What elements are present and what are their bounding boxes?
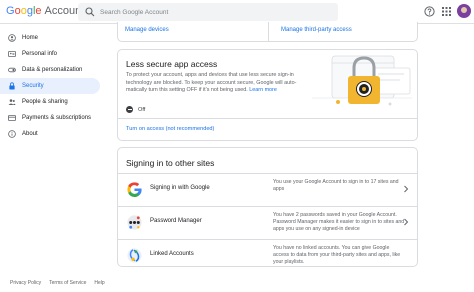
sidebar-item-personal-info[interactable]: Personal info	[0, 46, 100, 62]
sidebar-item-about[interactable]: About	[0, 126, 100, 142]
card-title: Less secure app access	[126, 59, 218, 69]
sidebar-item-label: Security	[22, 83, 44, 89]
list-item-signing-in-with-google[interactable]: Signing in with Google You use your Goog…	[118, 173, 417, 206]
lock-icon	[8, 82, 16, 90]
apps-grid-icon[interactable]	[442, 7, 451, 16]
credit-card-icon	[8, 114, 16, 122]
card-divider	[118, 118, 417, 119]
status-text: Off	[138, 106, 146, 113]
row-title: Password Manager	[150, 218, 202, 224]
people-icon	[8, 98, 16, 106]
row-description: You have no linked accounts. You can giv…	[273, 245, 401, 265]
sidebar-item-label: Data & personalization	[22, 67, 83, 73]
learn-more-link[interactable]: Learn more	[249, 87, 277, 93]
row-divider	[118, 206, 417, 207]
info-icon	[8, 130, 16, 138]
sidebar: Home Personal info Data & personalizatio…	[0, 30, 104, 142]
list-item-password-manager[interactable]: Password Manager You have 2 passwords sa…	[118, 206, 417, 239]
password-manager-icon	[127, 215, 142, 230]
footer: Privacy Policy Terms of Service Help	[10, 280, 113, 286]
list-item-linked-accounts[interactable]: Linked Accounts You have no linked accou…	[118, 239, 417, 272]
access-status: Off	[126, 106, 145, 113]
sidebar-item-label: Home	[22, 35, 39, 41]
row-divider	[118, 173, 417, 174]
logo-letter: G	[6, 5, 15, 17]
manage-third-party-access-link[interactable]: Manage third-party access	[281, 27, 352, 33]
card-description: To protect your account, apps and device…	[126, 72, 304, 95]
status-off-icon	[126, 106, 133, 113]
toggle-icon	[8, 66, 16, 74]
home-icon	[8, 34, 16, 42]
less-secure-app-access-card: Less secure app access To protect your a…	[117, 49, 418, 141]
linked-accounts-icon	[127, 248, 142, 263]
chevron-right-icon	[404, 185, 409, 193]
sidebar-item-people-sharing[interactable]: People & sharing	[0, 94, 100, 110]
devices-third-party-cards: Manage devices Manage third-party access	[117, 22, 418, 42]
terms-of-service-link[interactable]: Terms of Service	[49, 280, 86, 286]
signing-in-other-sites-card: Signing in to other sites Signing in wit…	[117, 147, 418, 267]
personal-info-icon	[8, 50, 16, 58]
row-title: Signing in with Google	[150, 185, 210, 191]
avatar[interactable]	[457, 4, 471, 18]
search-icon[interactable]	[85, 7, 95, 17]
sidebar-item-payments-subscriptions[interactable]: Payments & subscriptions	[0, 110, 100, 126]
turn-on-access-link[interactable]: Turn on access (not recommended)	[126, 126, 214, 132]
card-title: Signing in to other sites	[126, 158, 215, 168]
row-description: You use your Google Account to sign in t…	[273, 179, 399, 192]
row-title: Linked Accounts	[150, 251, 194, 257]
row-divider	[118, 239, 417, 240]
search-bar[interactable]	[78, 3, 338, 21]
sidebar-item-label: Payments & subscriptions	[22, 115, 92, 121]
search-input[interactable]	[100, 4, 330, 20]
card-divider	[268, 22, 269, 42]
privacy-policy-link[interactable]: Privacy Policy	[10, 280, 41, 286]
row-description: You have 2 passwords saved in your Googl…	[273, 212, 405, 232]
help-link[interactable]: Help	[94, 280, 104, 286]
lock-illustration-icon	[312, 55, 412, 106]
help-icon[interactable]	[424, 6, 435, 17]
sidebar-item-label: About	[22, 131, 38, 137]
logo-letter: e	[35, 5, 42, 17]
sidebar-item-security[interactable]: Security	[0, 78, 100, 94]
google-account-logo[interactable]: Google Account	[6, 5, 84, 18]
sidebar-item-data-personalization[interactable]: Data & personalization	[0, 62, 100, 78]
sidebar-item-home[interactable]: Home	[0, 30, 100, 46]
chevron-right-icon	[404, 218, 409, 226]
sidebar-item-label: Personal info	[22, 51, 58, 57]
sidebar-item-label: People & sharing	[22, 99, 68, 105]
manage-devices-link[interactable]: Manage devices	[125, 27, 169, 33]
top-bar: Google Account	[0, 0, 474, 24]
google-g-icon	[127, 182, 142, 198]
